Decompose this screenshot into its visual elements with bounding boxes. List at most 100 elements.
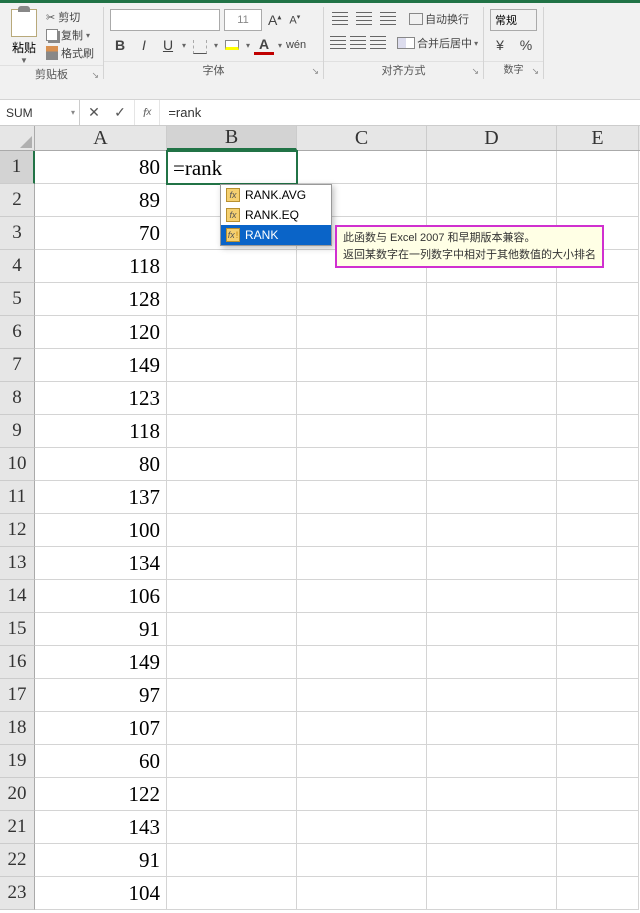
cell-A1[interactable]: 80	[35, 151, 167, 184]
cell-B15[interactable]	[167, 613, 297, 646]
cell-C21[interactable]	[297, 811, 427, 844]
row-header-19[interactable]: 19	[0, 745, 35, 778]
cell-E12[interactable]	[557, 514, 639, 547]
column-header-C[interactable]: C	[297, 126, 427, 150]
cell-C23[interactable]	[297, 877, 427, 910]
cell-A16[interactable]: 149	[35, 646, 167, 679]
cell-C6[interactable]	[297, 316, 427, 349]
fx-icon[interactable]: fx	[135, 100, 160, 125]
cell-B8[interactable]	[167, 382, 297, 415]
cell-C20[interactable]	[297, 778, 427, 811]
cell-A12[interactable]: 100	[35, 514, 167, 547]
cell-C13[interactable]	[297, 547, 427, 580]
cell-B12[interactable]	[167, 514, 297, 547]
cell-D15[interactable]	[427, 613, 557, 646]
cell-A23[interactable]: 104	[35, 877, 167, 910]
name-box[interactable]: SUM	[0, 100, 80, 125]
cell-C9[interactable]	[297, 415, 427, 448]
cut-button[interactable]: ✂ 剪切	[46, 9, 94, 25]
cell-A6[interactable]: 120	[35, 316, 167, 349]
cell-A7[interactable]: 149	[35, 349, 167, 382]
cell-A18[interactable]: 107	[35, 712, 167, 745]
cell-C16[interactable]	[297, 646, 427, 679]
cell-D22[interactable]	[427, 844, 557, 877]
cell-A10[interactable]: 80	[35, 448, 167, 481]
row-header-20[interactable]: 20	[0, 778, 35, 811]
cell-B17[interactable]	[167, 679, 297, 712]
bold-button[interactable]: B	[110, 35, 130, 55]
cell-D2[interactable]	[427, 184, 557, 217]
cell-A3[interactable]: 70	[35, 217, 167, 250]
formula-bar-input[interactable]: =rank	[160, 100, 640, 125]
cell-B11[interactable]	[167, 481, 297, 514]
merge-center-button[interactable]: 合并后居中 ▾	[397, 35, 478, 51]
cell-E2[interactable]	[557, 184, 639, 217]
format-painter-button[interactable]: 格式刷	[46, 45, 94, 61]
row-header-9[interactable]: 9	[0, 415, 35, 448]
cell-E13[interactable]	[557, 547, 639, 580]
cell-D5[interactable]	[427, 283, 557, 316]
cell-D20[interactable]	[427, 778, 557, 811]
cell-D7[interactable]	[427, 349, 557, 382]
decrease-font-button[interactable]: A▾	[287, 13, 302, 27]
cell-A15[interactable]: 91	[35, 613, 167, 646]
row-header-8[interactable]: 8	[0, 382, 35, 415]
cell-E21[interactable]	[557, 811, 639, 844]
font-color-button[interactable]: A	[254, 35, 274, 55]
cell-D12[interactable]	[427, 514, 557, 547]
cell-D10[interactable]	[427, 448, 557, 481]
cell-D14[interactable]	[427, 580, 557, 613]
cell-C22[interactable]	[297, 844, 427, 877]
row-header-22[interactable]: 22	[0, 844, 35, 877]
cell-A14[interactable]: 106	[35, 580, 167, 613]
cell-B22[interactable]	[167, 844, 297, 877]
cell-E19[interactable]	[557, 745, 639, 778]
phonetic-button[interactable]: wén	[286, 35, 306, 55]
increase-font-button[interactable]: A▴	[266, 12, 283, 28]
cell-D1[interactable]	[427, 151, 557, 184]
row-header-7[interactable]: 7	[0, 349, 35, 382]
row-header-1[interactable]: 1	[0, 151, 35, 184]
column-header-A[interactable]: A	[35, 126, 167, 150]
italic-button[interactable]: I	[134, 35, 154, 55]
row-header-16[interactable]: 16	[0, 646, 35, 679]
cell-E16[interactable]	[557, 646, 639, 679]
cell-A5[interactable]: 128	[35, 283, 167, 316]
cancel-formula-button[interactable]: ✕	[86, 104, 102, 121]
cell-B1[interactable]	[167, 151, 297, 184]
autocomplete-item-rank[interactable]: fx RANK	[221, 225, 331, 245]
cell-A2[interactable]: 89	[35, 184, 167, 217]
cell-B10[interactable]	[167, 448, 297, 481]
row-header-12[interactable]: 12	[0, 514, 35, 547]
cell-C8[interactable]	[297, 382, 427, 415]
number-format-select[interactable]: 常规	[490, 9, 537, 31]
cell-B9[interactable]	[167, 415, 297, 448]
row-header-15[interactable]: 15	[0, 613, 35, 646]
font-name-select[interactable]	[110, 9, 220, 31]
cell-B6[interactable]	[167, 316, 297, 349]
cell-A13[interactable]: 134	[35, 547, 167, 580]
cell-D16[interactable]	[427, 646, 557, 679]
cell-C14[interactable]	[297, 580, 427, 613]
row-header-13[interactable]: 13	[0, 547, 35, 580]
copy-button[interactable]: 复制 ▾	[46, 27, 94, 43]
cell-E10[interactable]	[557, 448, 639, 481]
cell-E9[interactable]	[557, 415, 639, 448]
cell-B18[interactable]	[167, 712, 297, 745]
row-header-23[interactable]: 23	[0, 877, 35, 910]
currency-button[interactable]: ¥	[490, 35, 510, 55]
fill-color-button[interactable]	[222, 35, 242, 55]
enter-formula-button[interactable]: ✓	[112, 104, 128, 121]
cell-E18[interactable]	[557, 712, 639, 745]
cell-C5[interactable]	[297, 283, 427, 316]
cell-B7[interactable]	[167, 349, 297, 382]
cell-A11[interactable]: 137	[35, 481, 167, 514]
cell-E5[interactable]	[557, 283, 639, 316]
cell-B19[interactable]	[167, 745, 297, 778]
font-size-select[interactable]: 11	[224, 9, 262, 31]
align-top-button[interactable]	[330, 9, 350, 29]
cell-B14[interactable]	[167, 580, 297, 613]
cell-E23[interactable]	[557, 877, 639, 910]
column-header-D[interactable]: D	[427, 126, 557, 150]
cell-E17[interactable]	[557, 679, 639, 712]
